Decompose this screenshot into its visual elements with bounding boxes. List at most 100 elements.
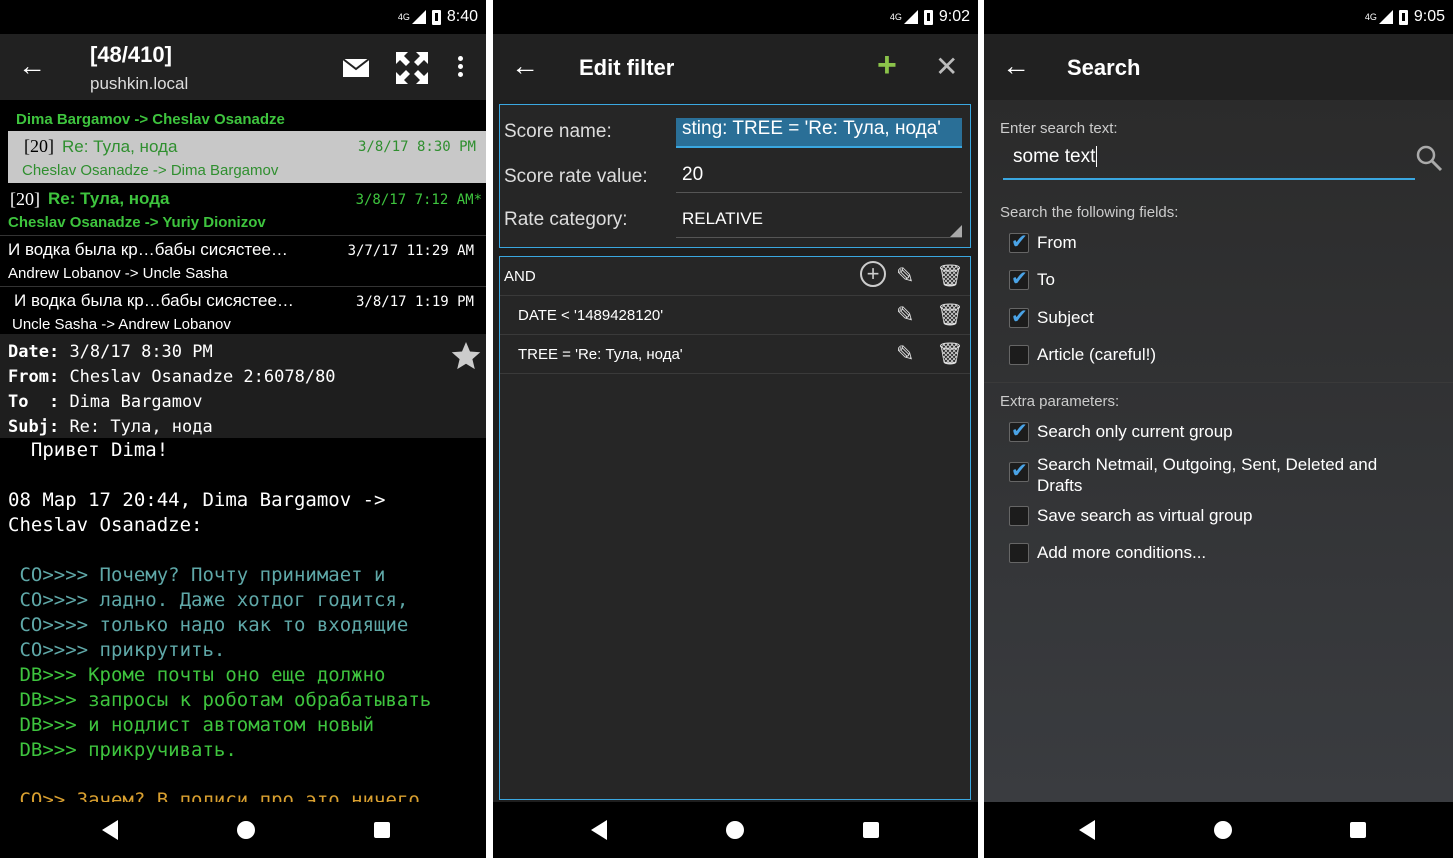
list-item[interactable]: [20] Re: Тула, нода 3/8/17 8:30 PM Chesl…	[8, 131, 486, 183]
body-line: Привет Dima!	[8, 439, 169, 461]
body-line: DB>>> Кроме почты оно еще должно	[8, 664, 386, 686]
subj-label: Subj:	[8, 417, 60, 437]
condition-row[interactable]: AND + ✎ 🗑	[500, 257, 970, 296]
envelope-icon[interactable]	[342, 58, 370, 78]
list-item[interactable]: [20] Re: Тула, нода 3/8/17 7:12 AM* Ches…	[0, 184, 486, 234]
close-icon[interactable]: ✕	[935, 50, 958, 83]
network-label: 4G	[1364, 12, 1377, 22]
article-label: Article (careful!)	[1037, 345, 1157, 364]
pencil-icon[interactable]: ✎	[896, 263, 914, 289]
edit-filter-screen: 4G 9:02 ← Edit filter + ✕ Score name: sti…	[493, 0, 978, 858]
fullscreen-icon[interactable]	[394, 50, 430, 86]
app-bar: ← Search	[984, 34, 1453, 100]
body-line: CO>>>> только надо как то входящие	[8, 614, 409, 636]
add-condition-icon[interactable]: +	[860, 261, 886, 287]
nav-recents-icon[interactable]	[863, 822, 879, 838]
search-input-value: some text	[1013, 146, 1096, 167]
rate-category-label: Rate category:	[504, 209, 628, 230]
more-conditions-checkbox[interactable]	[1009, 543, 1029, 563]
battery-icon	[923, 9, 933, 25]
score-name-label: Score name:	[504, 121, 612, 142]
pencil-icon[interactable]: ✎	[896, 341, 914, 367]
back-arrow-icon[interactable]: ←	[511, 52, 539, 80]
status-time: 9:05	[1413, 8, 1445, 25]
body-line: DB>>> и нодлист автоматом новый	[8, 714, 375, 736]
more-conditions-label: Add more conditions...	[1037, 543, 1207, 562]
nav-home-icon[interactable]	[726, 821, 744, 839]
list-item[interactable]: Dima Bargamov -> Cheslav Osanadze	[0, 100, 486, 130]
condition-row[interactable]: DATE < '1489428120' ✎ 🗑	[500, 296, 970, 335]
list-item[interactable]: И водка была кр…бабы сисястее… 3/8/17 1:…	[0, 286, 486, 334]
article-checkbox[interactable]	[1009, 345, 1029, 365]
to-label: To	[1037, 270, 1055, 289]
app-bar: ← [48/410] pushkin.local	[0, 34, 486, 100]
signal-icon	[411, 10, 426, 24]
status-bar: 4G 9:02	[493, 0, 978, 34]
overflow-menu-icon[interactable]	[452, 54, 468, 82]
to-value: Dima Bargamov	[69, 392, 203, 412]
add-icon[interactable]: +	[877, 46, 897, 85]
message-body: Привет Dima! 08 Мар 17 20:44, Dima Bargam…	[0, 438, 486, 802]
trash-icon[interactable]: 🗑	[936, 302, 964, 328]
list-item-num: [20]	[10, 189, 40, 209]
list-item-from-to: Andrew Lobanov -> Uncle Sasha	[8, 265, 228, 282]
network-label: 4G	[889, 12, 902, 22]
body-line	[0, 538, 486, 563]
body-line: CO>>>> ладно. Даже хотдог годится,	[8, 589, 409, 611]
current-group-checkbox[interactable]	[1009, 418, 1029, 442]
rate-category-select[interactable]: RELATIVE	[676, 209, 962, 238]
search-input[interactable]: some text	[1003, 146, 1415, 180]
from-checkbox[interactable]	[1009, 229, 1029, 253]
trash-icon[interactable]: 🗑	[936, 341, 964, 367]
condition-row[interactable]: TREE = 'Re: Тула, нода' ✎ 🗑	[500, 335, 970, 374]
message-counter: [48/410]	[90, 42, 172, 67]
from-value: Cheslav Osanadze 2:6078/80	[69, 367, 336, 387]
signal-icon	[903, 10, 918, 24]
score-rate-input[interactable]: 20	[676, 164, 962, 193]
conditions-panel: AND + ✎ 🗑 DATE < '1489428120' ✎ 🗑 TREE =…	[499, 256, 971, 800]
score-name-input[interactable]: sting: TREE = 'Re: Тула, нода'	[676, 118, 962, 148]
condition-text: TREE = 'Re: Тула, нода'	[518, 346, 683, 363]
body-line	[0, 463, 486, 488]
list-item-from-to: Cheslav Osanadze -> Yuriy Dionizov	[8, 214, 266, 231]
nav-home-icon[interactable]	[1214, 821, 1232, 839]
virtual-group-checkbox[interactable]	[1009, 506, 1029, 526]
message-list[interactable]: Dima Bargamov -> Cheslav Osanadze [20] R…	[0, 100, 486, 334]
signal-icon	[1378, 10, 1393, 24]
battery-icon	[1398, 9, 1408, 25]
nav-recents-icon[interactable]	[1350, 822, 1366, 838]
nav-bar	[493, 802, 978, 858]
subject-checkbox[interactable]	[1009, 304, 1029, 328]
message-header: Date: 3/8/17 8:30 PM From: Cheslav Osana…	[0, 334, 486, 438]
body-line: CO>>>> Почему? Почту принимает и	[8, 564, 386, 586]
list-item[interactable]: И водка была кр…бабы сисястее… 3/7/17 11…	[0, 235, 486, 286]
body-line: DB>>> запросы к роботам обрабатывать	[8, 689, 432, 711]
trash-icon[interactable]: 🗑	[936, 263, 964, 289]
back-arrow-icon[interactable]: ←	[18, 52, 46, 80]
nav-back-icon[interactable]	[102, 820, 118, 840]
nav-bar	[984, 802, 1453, 858]
page-title: Edit filter	[579, 55, 675, 80]
nav-bar	[0, 802, 486, 858]
nav-back-icon[interactable]	[1079, 820, 1095, 840]
search-icon[interactable]	[1415, 144, 1443, 172]
reader-screen: 4G 8:40 ← [48/410] pushkin.local Dima Bar…	[0, 0, 486, 858]
to-checkbox[interactable]	[1009, 266, 1029, 290]
nav-home-icon[interactable]	[237, 821, 255, 839]
body-line: CO>>>> прикрутить.	[8, 639, 226, 661]
netmail-checkbox[interactable]	[1009, 458, 1029, 482]
nav-back-icon[interactable]	[591, 820, 607, 840]
nav-recents-icon[interactable]	[374, 822, 390, 838]
rate-category-value: RELATIVE	[682, 209, 763, 228]
star-icon[interactable]	[450, 340, 482, 372]
pencil-icon[interactable]: ✎	[896, 302, 914, 328]
list-item-date: 3/7/17 11:29 AM	[347, 243, 474, 259]
list-item-from-to: Cheslav Osanadze -> Dima Bargamov	[22, 162, 279, 179]
network-label: 4G	[397, 12, 410, 22]
body-line: 08 Мар 17 20:44, Dima Bargamov ->	[8, 489, 386, 511]
back-arrow-icon[interactable]: ←	[1002, 52, 1030, 80]
battery-icon	[431, 9, 441, 25]
body-line	[0, 763, 486, 788]
fields-label: Search the following fields:	[1000, 204, 1179, 221]
body-line: DB>>> прикручивать.	[8, 739, 237, 761]
